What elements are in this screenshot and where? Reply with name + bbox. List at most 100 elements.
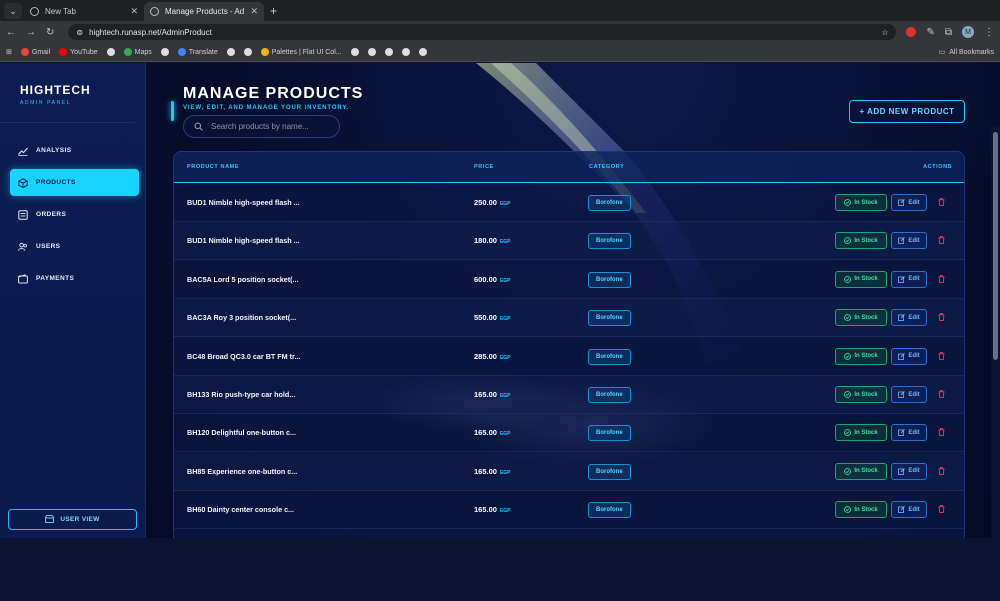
- delete-button[interactable]: [936, 233, 946, 247]
- edit-button[interactable]: Edit: [891, 386, 927, 403]
- in-stock-toggle[interactable]: In Stock: [835, 501, 887, 519]
- bookmark-blank[interactable]: [418, 48, 427, 56]
- category-badge: Borofone: [588, 387, 631, 403]
- trash-icon: [938, 505, 944, 514]
- sidebar-item-products[interactable]: PRODUCTS: [10, 169, 139, 196]
- check-circle-icon: [844, 199, 852, 206]
- price-value: 550.00: [474, 313, 497, 323]
- bookmark-blank[interactable]: [401, 48, 410, 56]
- product-name: BH60 Dainty center console c...: [187, 505, 295, 515]
- in-stock-toggle[interactable]: In Stock: [835, 270, 887, 288]
- apps-grid-icon[interactable]: ⊞: [6, 48, 12, 56]
- all-bookmarks-button[interactable]: ▭ All Bookmarks: [939, 48, 994, 57]
- users-icon: [18, 242, 28, 252]
- edit-button[interactable]: Edit: [891, 347, 927, 365]
- sidebar-item-users[interactable]: USERS: [10, 233, 139, 260]
- page-scrollbar[interactable]: [991, 126, 1000, 601]
- browser-tab-new-tab[interactable]: New Tab ✕: [24, 2, 144, 21]
- bookmark-youtube[interactable]: YouTube: [59, 48, 98, 56]
- in-stock-toggle[interactable]: In Stock: [835, 424, 887, 442]
- product-name: BAC5A Lord 5 position socket(...: [187, 274, 299, 284]
- tab-search-button[interactable]: ⌄: [4, 3, 22, 19]
- product-price: 550.00 EGP: [474, 313, 511, 322]
- bookmark-blank[interactable]: [243, 48, 252, 56]
- bookmark-blank[interactable]: [226, 48, 235, 56]
- bookmark-blank[interactable]: [160, 48, 169, 56]
- bookmarks-bar: ⊞ Gmail YouTube Maps Translate Palettes …: [0, 43, 1000, 62]
- check-circle-icon: [844, 391, 852, 398]
- sidebar-item-analysis[interactable]: ANALYSIS: [10, 137, 139, 164]
- scrollbar-thumb[interactable]: [993, 132, 998, 360]
- browser-tab-manage-products[interactable]: Manage Products - Admin Pan ✕: [144, 2, 264, 21]
- close-tab-icon[interactable]: ✕: [250, 6, 258, 17]
- in-stock-toggle[interactable]: In Stock: [835, 309, 887, 327]
- bookmark-blank[interactable]: [367, 48, 376, 56]
- close-tab-icon[interactable]: ✕: [130, 6, 138, 17]
- edit-button[interactable]: Edit: [891, 194, 927, 211]
- bookmark-translate[interactable]: Translate: [177, 48, 218, 56]
- check-circle-icon: [844, 467, 852, 475]
- delete-button[interactable]: [936, 387, 946, 401]
- product-name: BUD1 Nimble high-speed flash ...: [187, 198, 300, 207]
- profile-avatar[interactable]: M: [962, 26, 974, 38]
- stock-status-label: In Stock: [854, 468, 878, 475]
- delete-button[interactable]: [936, 464, 946, 478]
- price-value: 250.00: [474, 198, 497, 207]
- edit-button[interactable]: Edit: [891, 309, 927, 327]
- pen-extension-icon[interactable]: ✎: [926, 27, 934, 38]
- table-row: BUD1 Nimble high-speed flash ... 180.00 EG…: [174, 222, 964, 261]
- edit-label: Edit: [908, 506, 920, 513]
- product-search[interactable]: [183, 115, 340, 138]
- address-bar[interactable]: ⊜ hightech.runasp.net/AdminProduct ☆: [68, 24, 897, 40]
- in-stock-toggle[interactable]: In Stock: [835, 232, 887, 250]
- reload-icon[interactable]: ↻: [46, 27, 54, 38]
- delete-button[interactable]: [936, 310, 946, 324]
- extension-icon[interactable]: [906, 27, 917, 37]
- bookmark-palettes[interactable]: Palettes | Flat UI Col...: [260, 48, 342, 56]
- sidebar-item-orders[interactable]: ORDERS: [10, 201, 139, 228]
- bookmark-blank[interactable]: [106, 48, 115, 56]
- edit-button[interactable]: Edit: [891, 501, 927, 519]
- in-stock-toggle[interactable]: In Stock: [835, 347, 887, 365]
- edit-button[interactable]: Edit: [891, 232, 927, 250]
- edit-icon: [898, 237, 906, 245]
- delete-button[interactable]: [936, 349, 946, 363]
- delete-button[interactable]: [936, 502, 946, 516]
- edit-label: Edit: [908, 429, 920, 436]
- delete-button[interactable]: [936, 195, 946, 209]
- sidebar: HIGHTECH ADMIN PANEL ANALYSIS PRODUCTS O…: [0, 63, 146, 538]
- edit-label: Edit: [908, 237, 920, 244]
- site-info-icon[interactable]: ⊜: [76, 28, 83, 37]
- forward-icon[interactable]: →: [26, 27, 36, 38]
- back-icon[interactable]: ←: [6, 27, 16, 38]
- in-stock-toggle[interactable]: In Stock: [835, 386, 887, 403]
- trash-icon: [938, 198, 944, 206]
- edit-icon: [898, 352, 906, 360]
- user-view-button[interactable]: USER VIEW: [8, 509, 137, 530]
- delete-button[interactable]: [936, 272, 946, 286]
- add-new-product-button[interactable]: + ADD NEW PRODUCT: [849, 100, 965, 123]
- bookmark-maps[interactable]: Maps: [123, 48, 152, 56]
- in-stock-toggle[interactable]: In Stock: [835, 462, 887, 480]
- check-circle-icon: [844, 506, 852, 514]
- bookmark-star-icon[interactable]: ☆: [881, 28, 888, 37]
- check-circle-icon: [844, 275, 852, 283]
- search-input[interactable]: [211, 122, 331, 131]
- bookmark-blank[interactable]: [384, 48, 393, 56]
- url-text[interactable]: hightech.runasp.net/AdminProduct: [89, 28, 212, 37]
- edit-button[interactable]: Edit: [891, 424, 927, 442]
- currency-label: EGP: [499, 469, 511, 476]
- page-title: MANAGE PRODUCTS: [183, 85, 364, 102]
- extensions-puzzle-icon[interactable]: ⧉: [945, 27, 952, 38]
- edit-button[interactable]: Edit: [891, 270, 927, 288]
- delete-button[interactable]: [936, 425, 946, 439]
- currency-label: EGP: [499, 316, 511, 323]
- bookmark-blank[interactable]: [350, 48, 359, 56]
- edit-button[interactable]: Edit: [891, 462, 927, 480]
- in-stock-toggle[interactable]: In Stock: [835, 194, 887, 211]
- sidebar-item-payments[interactable]: PAYMENTS: [10, 265, 139, 292]
- bookmark-gmail[interactable]: Gmail: [20, 48, 50, 56]
- browser-menu-icon[interactable]: ⋮: [984, 27, 994, 38]
- new-tab-button[interactable]: +: [270, 4, 277, 18]
- product-price: 165.00 EGP: [474, 428, 511, 437]
